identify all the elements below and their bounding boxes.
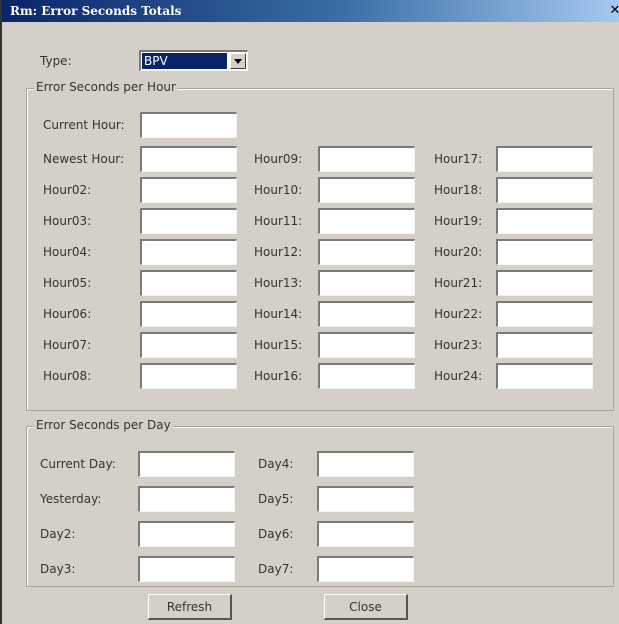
title-bar[interactable]: Rm: Error Seconds Totals ✕: [2, 0, 619, 22]
hour-field[interactable]: [496, 208, 593, 234]
hour-label: Hour23:: [434, 338, 483, 352]
hour-label: Hour17:: [434, 152, 483, 166]
hour-label: Hour12:: [254, 245, 303, 259]
type-select[interactable]: BPV: [139, 50, 248, 71]
day-field[interactable]: [317, 486, 414, 512]
day-label: Yesterday:: [40, 492, 102, 506]
hour-field[interactable]: [140, 239, 237, 265]
window-title: Rm: Error Seconds Totals: [10, 4, 182, 18]
hour-field[interactable]: [318, 270, 415, 296]
hour-field[interactable]: [318, 332, 415, 358]
hour-label: Hour24:: [434, 369, 483, 383]
day-label: Day3:: [40, 562, 76, 576]
hour-field[interactable]: [496, 270, 593, 296]
hour-label: Hour20:: [434, 245, 483, 259]
type-select-value: BPV: [142, 53, 227, 69]
hour-field[interactable]: [140, 363, 237, 389]
hour-label: Hour06:: [43, 307, 92, 321]
hour-label: Hour18:: [434, 183, 483, 197]
hour-field[interactable]: [496, 332, 593, 358]
day-field[interactable]: [317, 451, 414, 477]
hour-label: Hour16:: [254, 369, 303, 383]
hour-label: Hour02:: [43, 183, 92, 197]
chevron-down-icon: [234, 59, 242, 64]
hour-field[interactable]: [318, 363, 415, 389]
day-field[interactable]: [317, 521, 414, 547]
hour-label: Hour22:: [434, 307, 483, 321]
hour-label: Hour13:: [254, 276, 303, 290]
hour-label: Hour07:: [43, 338, 92, 352]
hour-field[interactable]: [318, 301, 415, 327]
day-label: Day5:: [258, 492, 294, 506]
hour-field[interactable]: [496, 177, 593, 203]
close-button[interactable]: Close: [324, 594, 408, 620]
current-hour-field[interactable]: [140, 112, 237, 138]
hour-label: Hour21:: [434, 276, 483, 290]
day-field[interactable]: [138, 521, 235, 547]
hour-field[interactable]: [318, 208, 415, 234]
hour-label: Hour11:: [254, 214, 303, 228]
hour-field[interactable]: [496, 363, 593, 389]
day-field[interactable]: [317, 556, 414, 582]
type-label: Type:: [40, 54, 72, 68]
day-field[interactable]: [138, 556, 235, 582]
hour-label: Newest Hour:: [43, 152, 125, 166]
day-label: Current Day:: [40, 457, 116, 471]
day-label: Day6:: [258, 527, 294, 541]
day-field[interactable]: [138, 451, 235, 477]
day-label: Day4:: [258, 457, 294, 471]
hour-field[interactable]: [318, 146, 415, 172]
hour-field[interactable]: [318, 239, 415, 265]
hour-field[interactable]: [140, 332, 237, 358]
hour-label: Hour15:: [254, 338, 303, 352]
hour-field[interactable]: [140, 208, 237, 234]
type-dropdown-button[interactable]: [230, 53, 246, 69]
hour-field[interactable]: [496, 301, 593, 327]
day-group-title: Error Seconds per Day: [34, 418, 173, 432]
hour-label: Hour10:: [254, 183, 303, 197]
dialog-window: Rm: Error Seconds Totals ✕ Type: BPV Err…: [0, 0, 619, 624]
hour-label: Hour03:: [43, 214, 92, 228]
close-icon[interactable]: ✕: [609, 3, 619, 19]
hour-label: Hour19:: [434, 214, 483, 228]
hour-field[interactable]: [140, 177, 237, 203]
hour-label: Hour04:: [43, 245, 92, 259]
hour-label: Hour05:: [43, 276, 92, 290]
day-label: Day2:: [40, 527, 76, 541]
hour-field[interactable]: [496, 239, 593, 265]
hour-field[interactable]: [496, 146, 593, 172]
hour-label: Hour08:: [43, 369, 92, 383]
hour-label: Hour14:: [254, 307, 303, 321]
day-label: Day7:: [258, 562, 294, 576]
hour-label: Hour09:: [254, 152, 303, 166]
current-hour-label: Current Hour:: [43, 118, 125, 132]
hour-field[interactable]: [140, 270, 237, 296]
hour-field[interactable]: [140, 301, 237, 327]
day-field[interactable]: [138, 486, 235, 512]
hour-field[interactable]: [318, 177, 415, 203]
hour-group-title: Error Seconds per Hour: [34, 80, 178, 94]
refresh-button[interactable]: Refresh: [148, 594, 232, 620]
hour-field[interactable]: [140, 146, 237, 172]
